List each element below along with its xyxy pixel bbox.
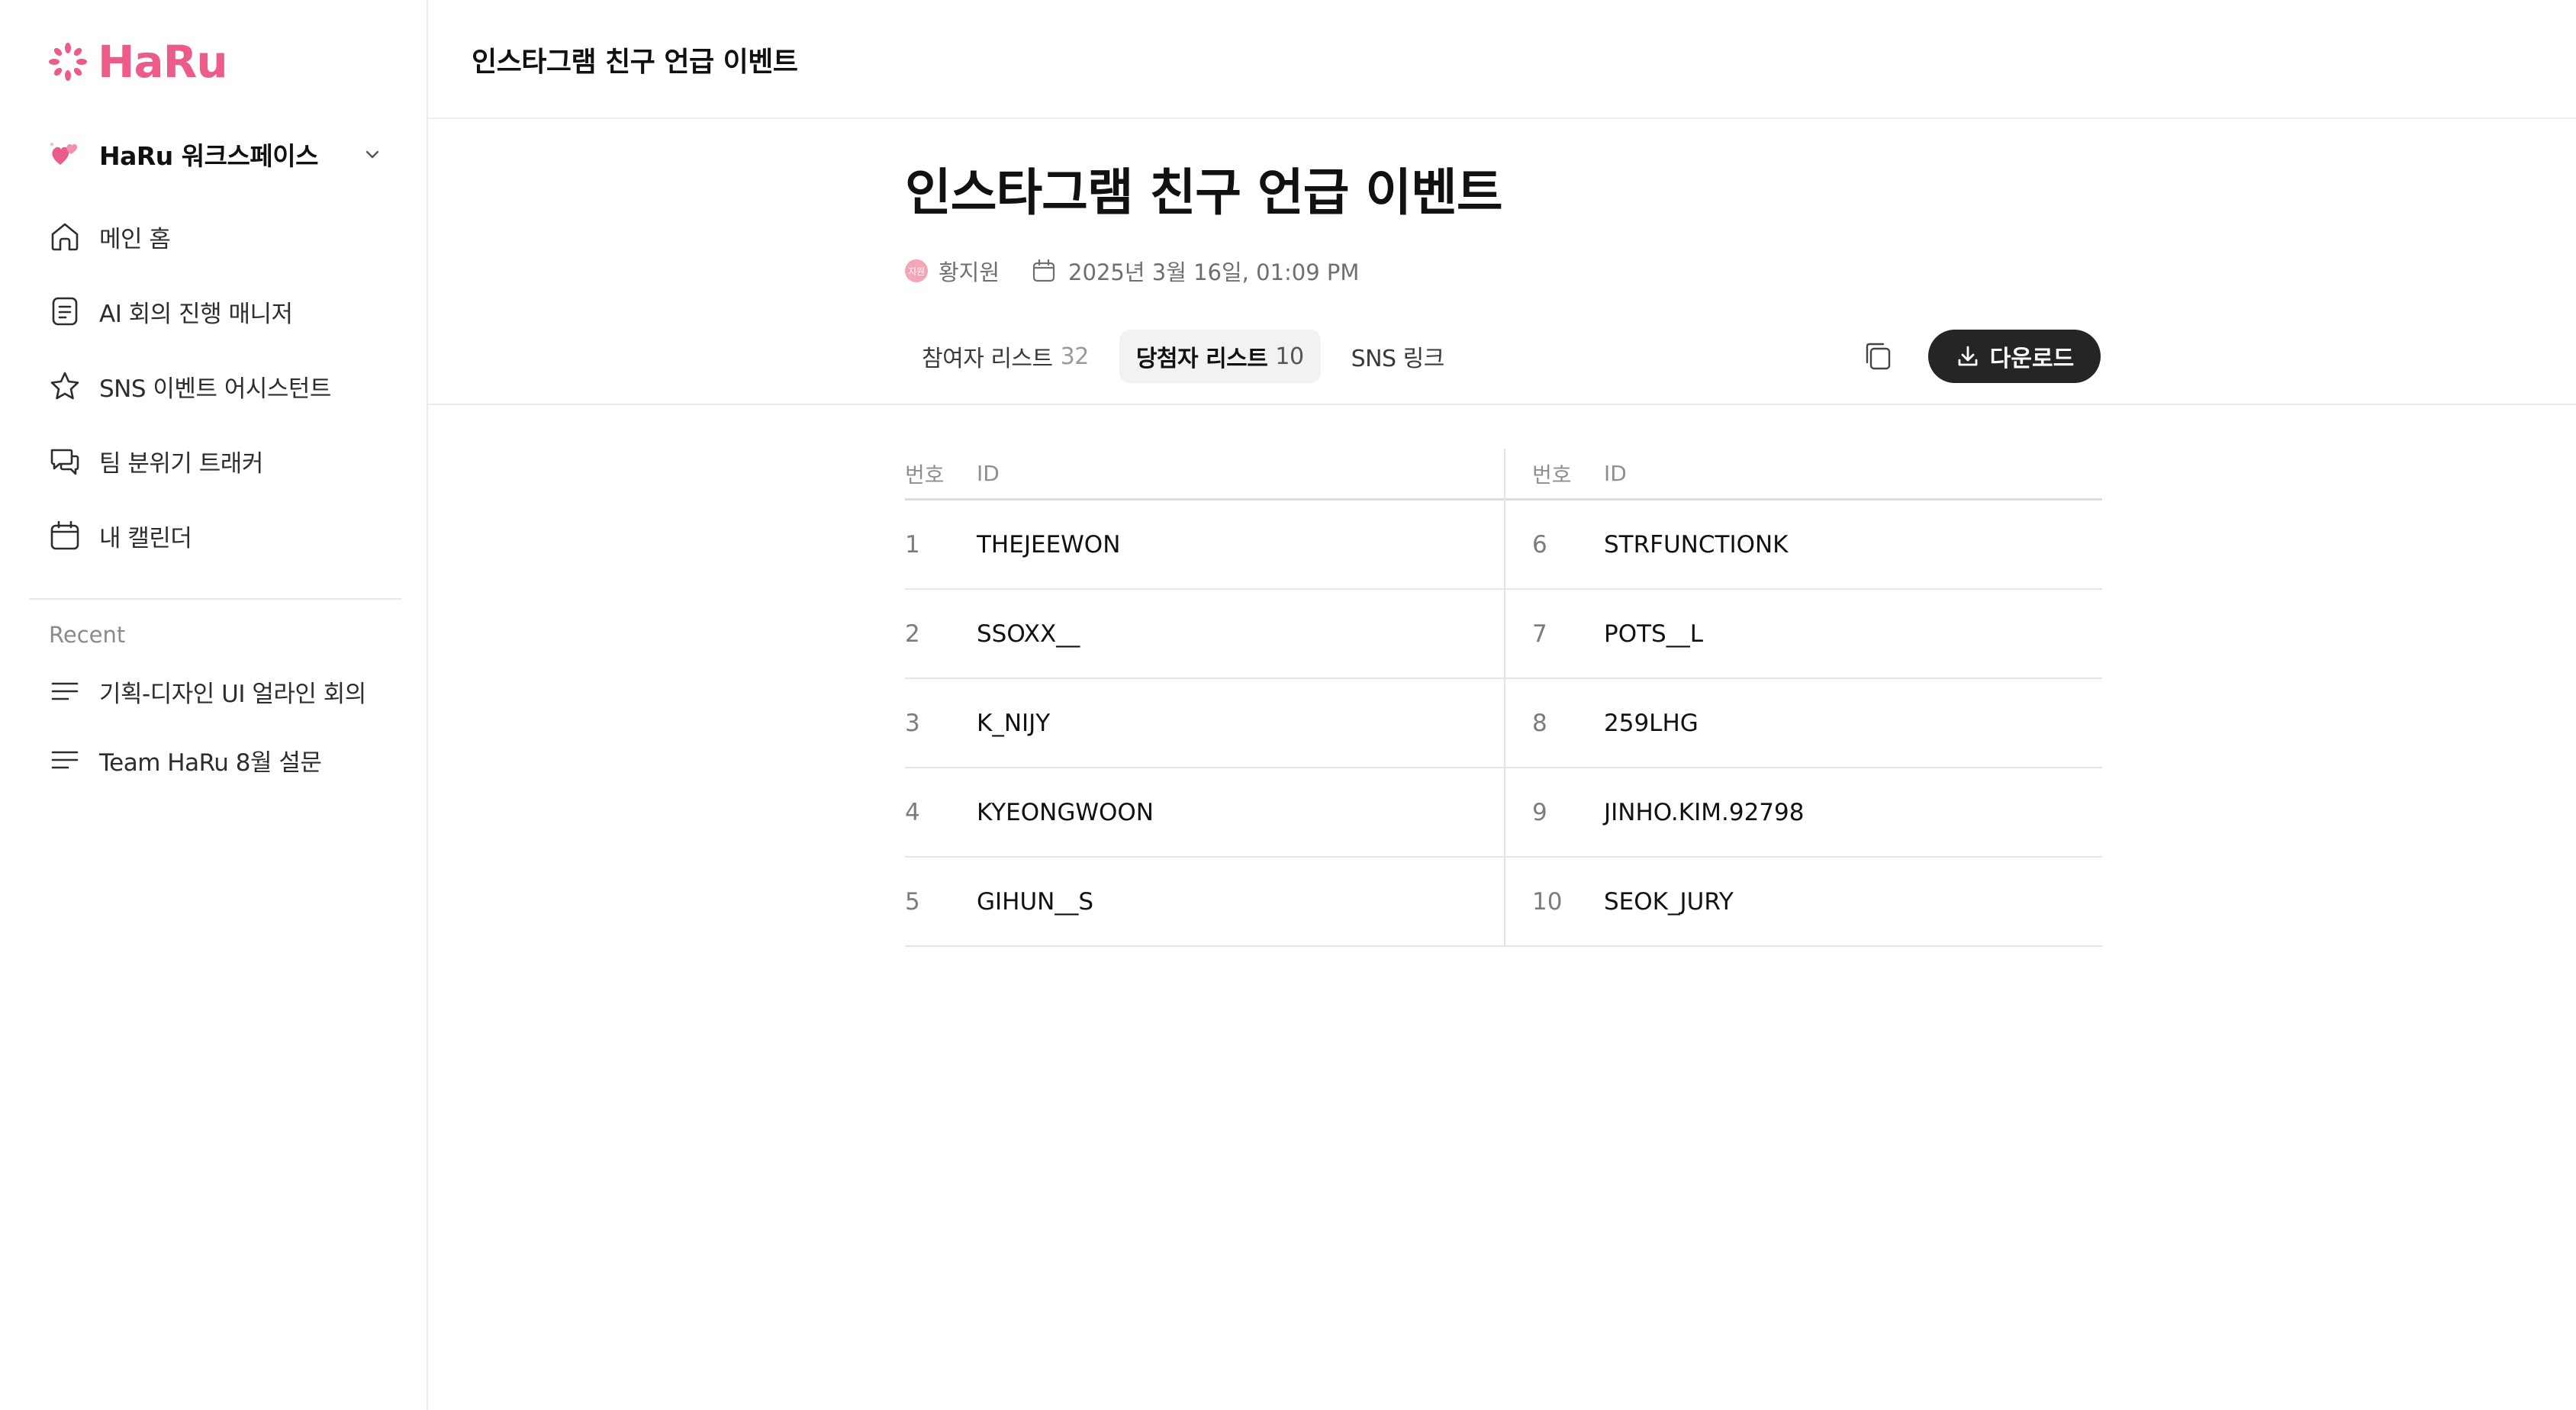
table-row: 2 SSOXX__: [905, 590, 1504, 679]
haru-flower-icon: [49, 43, 87, 81]
sidebar-nav: 메인 홈 AI 회의 진행 매니저 SNS 이벤트 어시스턴트 팀 분위기 트래…: [47, 214, 398, 588]
download-label: 다운로드: [1989, 346, 2075, 372]
tab-winners[interactable]: 당첨자 리스트 10: [1119, 330, 1321, 383]
recent-list: 기획-디자인 UI 얼라인 회의 Team HaRu 8월 설문: [47, 668, 398, 806]
sidebar-item-ai-meeting[interactable]: AI 회의 진행 매니저: [47, 288, 398, 334]
event-date: 2025년 3월 16일, 01:09 PM: [1068, 259, 1360, 285]
row-no: 3: [905, 709, 920, 737]
lines-icon: [51, 751, 79, 769]
copy-icon[interactable]: [1860, 339, 1895, 374]
row-id: KYEONGWOON: [977, 798, 1154, 826]
download-icon: [1958, 346, 1978, 366]
sidebar-divider: [29, 598, 401, 600]
table-row: 10 SEOK_JURY: [1505, 858, 2102, 947]
lines-icon: [51, 682, 79, 700]
row-no: 4: [905, 798, 920, 826]
table-column-right: 번호 ID 6 STRFUNCTIONK 7 POTS__L 8 259LHG 9 JI…: [1504, 449, 2102, 947]
row-no: 7: [1532, 620, 1547, 648]
row-id: 259LHG: [1604, 709, 1699, 737]
download-button[interactable]: 다운로드: [1928, 330, 2101, 383]
row-no: 10: [1532, 887, 1563, 916]
tab-label: 참여자 리스트: [922, 346, 1053, 372]
row-no: 6: [1532, 530, 1547, 559]
workspace-name: HaRu 워크스페이스: [99, 141, 318, 171]
sidebar-item-label: 내 캘린더: [99, 524, 192, 552]
home-icon: [51, 223, 79, 251]
tab-participants[interactable]: 참여자 리스트 32: [905, 330, 1106, 383]
haru-logo[interactable]: HaRu: [47, 35, 228, 89]
table-row: 7 POTS__L: [1505, 590, 2102, 679]
page-title: 인스타그램 친구 언급 이벤트: [905, 163, 1503, 222]
page-meta: 지원 황지원 2025년 3월 16일, 01:09 PM: [905, 255, 1359, 287]
logo-text: HaRu: [98, 36, 228, 88]
row-no: 8: [1532, 709, 1547, 737]
table-header: 번호 ID: [905, 449, 1504, 501]
chat-icon: [50, 449, 79, 475]
header-no: 번호: [1532, 462, 1572, 488]
tab-bar: 참여자 리스트 32 당첨자 리스트 10 SNS 링크: [905, 330, 1475, 383]
row-id: K_NIJY: [977, 709, 1051, 737]
sidebar-item-label: SNS 이벤트 어시스턴트: [99, 375, 331, 403]
sidebar-item-label: AI 회의 진행 매니저: [99, 300, 293, 328]
recent-item[interactable]: 기획-디자인 UI 얼라인 회의: [47, 668, 398, 714]
document-icon: [52, 297, 78, 326]
avatar: 지원: [905, 259, 928, 282]
row-id: SSOXX__: [977, 620, 1080, 648]
row-no: 1: [905, 530, 920, 559]
sidebar-item-calendar[interactable]: 내 캘린더: [47, 513, 398, 559]
tab-label: SNS 링크: [1351, 346, 1445, 372]
chevron-down-icon[interactable]: [362, 143, 383, 165]
row-id: GIHUN__S: [977, 887, 1094, 916]
calendar-icon: [1032, 259, 1055, 282]
table-row: 5 GIHUN__S: [905, 858, 1504, 947]
avatar-text: 지원: [907, 266, 926, 277]
table-column-left: 번호 ID 1 THEJEEWON 2 SSOXX__ 3 K_NIJY 4 KYEON…: [905, 449, 1504, 947]
row-id: STRFUNCTIONK: [1604, 530, 1789, 559]
recent-item-label: 기획-디자인 UI 얼라인 회의: [99, 680, 366, 708]
tab-count: 10: [1275, 343, 1304, 370]
tab-count: 32: [1060, 343, 1090, 370]
top-bar: 인스타그램 친구 언급 이벤트: [428, 0, 2576, 119]
two-hearts-icon: [50, 143, 78, 165]
header-id: ID: [977, 461, 1000, 486]
row-id: THEJEEWON: [977, 530, 1121, 559]
sidebar-item-label: 팀 분위기 트래커: [99, 449, 263, 478]
tab-label: 당첨자 리스트: [1135, 346, 1268, 372]
star-icon: [50, 372, 79, 400]
workspace-selector[interactable]: HaRu 워크스페이스: [47, 130, 383, 179]
table-row: 3 K_NIJY: [905, 679, 1504, 768]
row-no: 5: [905, 887, 920, 916]
recent-section-label: Recent: [49, 622, 126, 648]
calendar-icon: [50, 520, 79, 550]
recent-item[interactable]: Team HaRu 8월 설문: [47, 737, 398, 783]
author-name: 황지원: [939, 259, 1000, 285]
sidebar-item-sns-event[interactable]: SNS 이벤트 어시스턴트: [47, 363, 398, 409]
table-row: 4 KYEONGWOON: [905, 768, 1504, 858]
table-row: 8 259LHG: [1505, 679, 2102, 768]
recent-item-label: Team HaRu 8월 설문: [99, 748, 322, 777]
table-row: 6 STRFUNCTIONK: [1505, 501, 2102, 590]
content-divider: [428, 404, 2576, 405]
header-title: 인스타그램 친구 언급 이벤트: [472, 47, 798, 78]
row-id: JINHO.KIM.92798: [1604, 798, 1805, 826]
row-id: SEOK_JURY: [1604, 887, 1734, 916]
header-no: 번호: [905, 462, 945, 488]
tab-sns-link[interactable]: SNS 링크: [1335, 330, 1461, 383]
sidebar-item-team-mood[interactable]: 팀 분위기 트래커: [47, 438, 398, 484]
sidebar: HaRu HaRu 워크스페이스 메인 홈 AI 회의 진행 매니저 SNS 이…: [0, 0, 428, 1410]
header-id: ID: [1604, 461, 1627, 486]
table-header: 번호 ID: [1505, 449, 2102, 501]
row-no: 2: [905, 620, 920, 648]
row-no: 9: [1532, 798, 1547, 826]
sidebar-item-label: 메인 홈: [99, 225, 171, 253]
table-row: 1 THEJEEWON: [905, 501, 1504, 590]
row-id: POTS__L: [1604, 620, 1703, 648]
sidebar-item-home[interactable]: 메인 홈: [47, 214, 398, 259]
table-row: 9 JINHO.KIM.92798: [1505, 768, 2102, 858]
